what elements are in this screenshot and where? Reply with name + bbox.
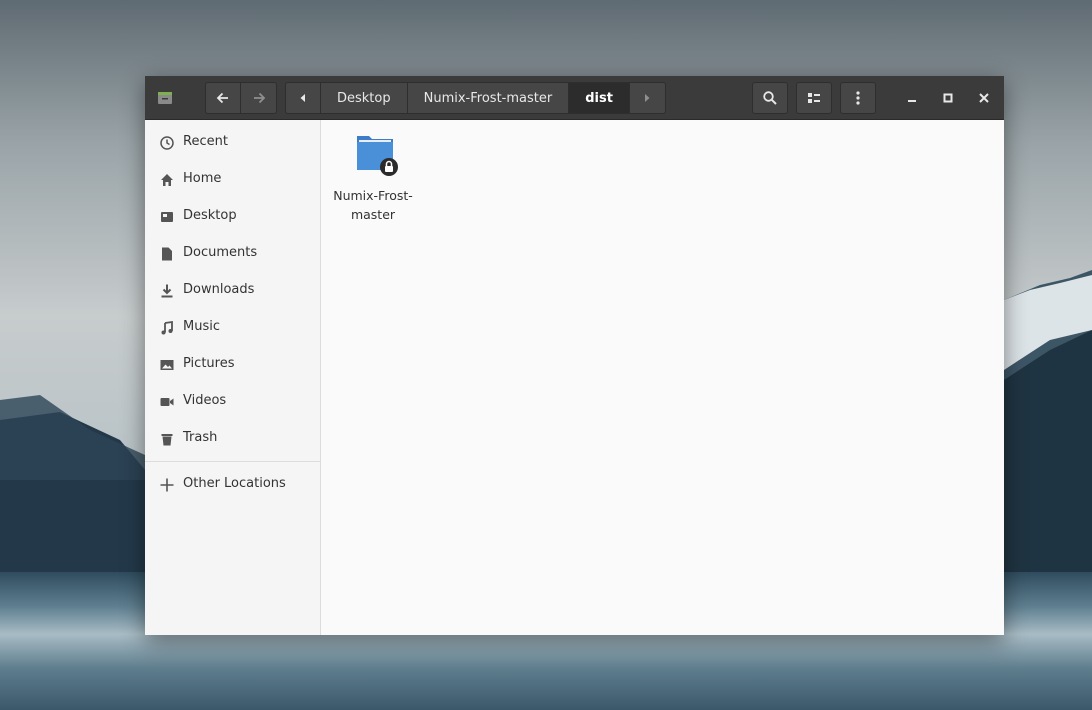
sidebar-item-label: Downloads — [183, 282, 255, 297]
maximize-button[interactable] — [936, 86, 960, 110]
view-group — [796, 82, 832, 114]
folder-name-line1: Numix-Frost- — [333, 188, 413, 203]
sidebar-item-other-locations[interactable]: Other Locations — [145, 466, 320, 503]
path-scroll-left-button[interactable] — [285, 82, 321, 114]
sidebar-item-music[interactable]: Music — [145, 309, 320, 346]
sidebar-item-recent[interactable]: Recent — [145, 124, 320, 161]
minimize-button[interactable] — [900, 86, 924, 110]
image-icon — [160, 360, 174, 370]
folder-item[interactable]: Numix-Frost- master — [327, 130, 419, 222]
search-button[interactable] — [752, 82, 788, 114]
sidebar-item-label: Videos — [183, 393, 227, 408]
back-button[interactable] — [205, 82, 241, 114]
clock-icon — [160, 136, 174, 150]
maximize-icon — [943, 93, 953, 103]
arrow-right-icon — [253, 92, 265, 104]
sidebar-item-downloads[interactable]: Downloads — [145, 272, 320, 309]
music-icon — [161, 320, 173, 335]
forward-button[interactable] — [241, 82, 277, 114]
folder-name: Numix-Frost- master — [327, 186, 419, 224]
desktop-icon — [161, 212, 173, 222]
arrow-left-icon — [216, 92, 228, 104]
sidebar-item-label: Trash — [183, 430, 218, 445]
sidebar-item-label: Pictures — [183, 356, 235, 371]
sidebar-item-pictures[interactable]: Pictures — [145, 346, 320, 383]
breadcrumb-desktop[interactable]: Desktop — [321, 82, 408, 114]
file-view: Numix-Frost- master — [321, 120, 1004, 635]
sidebar-separator — [145, 461, 320, 462]
document-icon — [162, 247, 172, 261]
caret-right-icon — [645, 94, 650, 102]
close-button[interactable] — [972, 86, 996, 110]
sidebar-item-desktop[interactable]: Desktop — [145, 198, 320, 235]
sidebar-item-documents[interactable]: Documents — [145, 235, 320, 272]
sidebar-item-label: Music — [183, 319, 220, 334]
history-nav-group — [205, 82, 277, 114]
sidebar-item-label: Desktop — [183, 208, 237, 223]
breadcrumb: Desktop Numix-Frost-master dist — [285, 82, 666, 114]
view-toggle-button[interactable] — [796, 82, 832, 114]
header-bar: Desktop Numix-Frost-master dist — [145, 76, 1004, 120]
breadcrumb-numix-frost-master[interactable]: Numix-Frost-master — [407, 82, 570, 114]
file-manager-window: Desktop Numix-Frost-master dist Recent H… — [145, 76, 1004, 635]
folder-name-line2: master — [350, 207, 396, 222]
sidebar-item-label: Recent — [183, 134, 228, 149]
locked-folder-icon — [357, 136, 398, 176]
trash-icon — [161, 434, 173, 446]
file-manager-app-icon — [158, 92, 172, 104]
path-scroll-right-button[interactable] — [629, 82, 666, 114]
home-icon — [161, 174, 173, 186]
sidebar-item-label: Documents — [183, 245, 258, 260]
plus-icon — [160, 478, 174, 492]
video-icon — [160, 398, 174, 406]
sidebar-item-home[interactable]: Home — [145, 161, 320, 198]
menu-group — [840, 82, 876, 114]
search-group — [752, 82, 788, 114]
minimize-icon — [908, 100, 916, 102]
breadcrumb-dist[interactable]: dist — [569, 82, 630, 114]
search-icon — [763, 91, 777, 105]
places-sidebar: Recent Home Desktop Documents Downloads … — [145, 120, 321, 635]
sidebar-item-label: Other Locations — [183, 476, 286, 491]
download-icon — [161, 284, 173, 298]
list-view-icon — [808, 93, 820, 103]
sidebar-item-videos[interactable]: Videos — [145, 383, 320, 420]
menu-button[interactable] — [840, 82, 876, 114]
sidebar-item-trash[interactable]: Trash — [145, 420, 320, 457]
kebab-menu-icon — [856, 91, 860, 105]
close-icon — [979, 93, 989, 103]
sidebar-item-label: Home — [183, 171, 222, 186]
caret-left-icon — [300, 94, 305, 102]
